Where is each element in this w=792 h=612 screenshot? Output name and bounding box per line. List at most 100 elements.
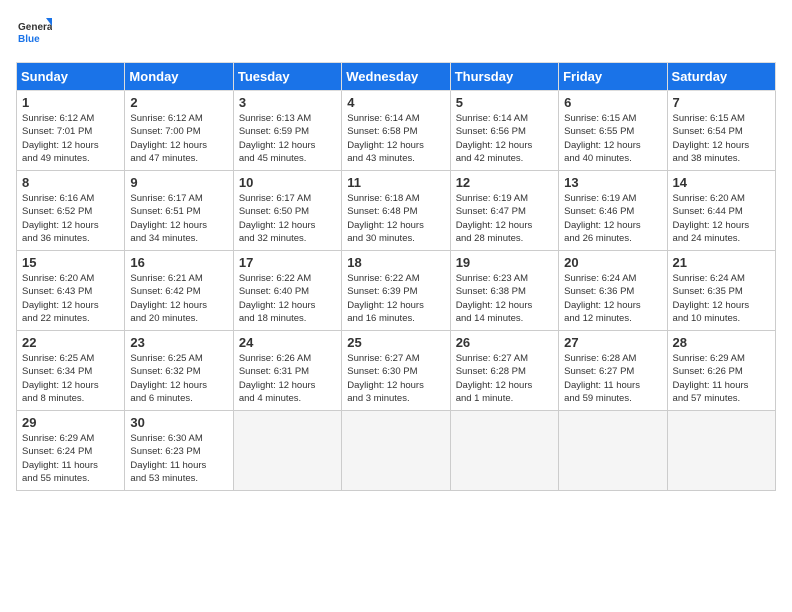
- calendar-day-3: 3 Sunrise: 6:13 AM Sunset: 6:59 PM Dayli…: [233, 91, 341, 171]
- calendar-table: SundayMondayTuesdayWednesdayThursdayFrid…: [16, 62, 776, 491]
- empty-cell: [667, 411, 775, 491]
- calendar-day-20: 20 Sunrise: 6:24 AM Sunset: 6:36 PM Dayl…: [559, 251, 667, 331]
- day-number: 9: [130, 175, 227, 190]
- weekday-header-thursday: Thursday: [450, 63, 558, 91]
- day-detail: Sunrise: 6:14 AM Sunset: 6:56 PM Dayligh…: [456, 112, 553, 165]
- day-detail: Sunrise: 6:12 AM Sunset: 7:00 PM Dayligh…: [130, 112, 227, 165]
- calendar-day-22: 22 Sunrise: 6:25 AM Sunset: 6:34 PM Dayl…: [17, 331, 125, 411]
- day-detail: Sunrise: 6:19 AM Sunset: 6:47 PM Dayligh…: [456, 192, 553, 245]
- day-number: 1: [22, 95, 119, 110]
- weekday-header-monday: Monday: [125, 63, 233, 91]
- day-detail: Sunrise: 6:14 AM Sunset: 6:58 PM Dayligh…: [347, 112, 444, 165]
- day-number: 21: [673, 255, 770, 270]
- calendar-day-15: 15 Sunrise: 6:20 AM Sunset: 6:43 PM Dayl…: [17, 251, 125, 331]
- logo: General Blue: [16, 16, 52, 52]
- day-detail: Sunrise: 6:20 AM Sunset: 6:44 PM Dayligh…: [673, 192, 770, 245]
- calendar-day-9: 9 Sunrise: 6:17 AM Sunset: 6:51 PM Dayli…: [125, 171, 233, 251]
- day-number: 23: [130, 335, 227, 350]
- logo-svg: General Blue: [16, 16, 52, 52]
- day-number: 14: [673, 175, 770, 190]
- calendar-day-23: 23 Sunrise: 6:25 AM Sunset: 6:32 PM Dayl…: [125, 331, 233, 411]
- calendar-week-1: 1 Sunrise: 6:12 AM Sunset: 7:01 PM Dayli…: [17, 91, 776, 171]
- day-detail: Sunrise: 6:23 AM Sunset: 6:38 PM Dayligh…: [456, 272, 553, 325]
- calendar-day-14: 14 Sunrise: 6:20 AM Sunset: 6:44 PM Dayl…: [667, 171, 775, 251]
- calendar-day-27: 27 Sunrise: 6:28 AM Sunset: 6:27 PM Dayl…: [559, 331, 667, 411]
- calendar-day-29: 29 Sunrise: 6:29 AM Sunset: 6:24 PM Dayl…: [17, 411, 125, 491]
- day-number: 8: [22, 175, 119, 190]
- day-detail: Sunrise: 6:26 AM Sunset: 6:31 PM Dayligh…: [239, 352, 336, 405]
- calendar-day-2: 2 Sunrise: 6:12 AM Sunset: 7:00 PM Dayli…: [125, 91, 233, 171]
- day-detail: Sunrise: 6:17 AM Sunset: 6:51 PM Dayligh…: [130, 192, 227, 245]
- calendar-week-2: 8 Sunrise: 6:16 AM Sunset: 6:52 PM Dayli…: [17, 171, 776, 251]
- calendar-day-30: 30 Sunrise: 6:30 AM Sunset: 6:23 PM Dayl…: [125, 411, 233, 491]
- day-number: 17: [239, 255, 336, 270]
- day-detail: Sunrise: 6:25 AM Sunset: 6:32 PM Dayligh…: [130, 352, 227, 405]
- day-detail: Sunrise: 6:24 AM Sunset: 6:36 PM Dayligh…: [564, 272, 661, 325]
- day-detail: Sunrise: 6:12 AM Sunset: 7:01 PM Dayligh…: [22, 112, 119, 165]
- day-number: 29: [22, 415, 119, 430]
- calendar-day-5: 5 Sunrise: 6:14 AM Sunset: 6:56 PM Dayli…: [450, 91, 558, 171]
- day-number: 15: [22, 255, 119, 270]
- day-detail: Sunrise: 6:20 AM Sunset: 6:43 PM Dayligh…: [22, 272, 119, 325]
- calendar-day-8: 8 Sunrise: 6:16 AM Sunset: 6:52 PM Dayli…: [17, 171, 125, 251]
- calendar-day-21: 21 Sunrise: 6:24 AM Sunset: 6:35 PM Dayl…: [667, 251, 775, 331]
- calendar-week-3: 15 Sunrise: 6:20 AM Sunset: 6:43 PM Dayl…: [17, 251, 776, 331]
- calendar-day-12: 12 Sunrise: 6:19 AM Sunset: 6:47 PM Dayl…: [450, 171, 558, 251]
- day-detail: Sunrise: 6:22 AM Sunset: 6:39 PM Dayligh…: [347, 272, 444, 325]
- day-detail: Sunrise: 6:13 AM Sunset: 6:59 PM Dayligh…: [239, 112, 336, 165]
- svg-text:General: General: [18, 22, 52, 33]
- day-number: 24: [239, 335, 336, 350]
- empty-cell: [342, 411, 450, 491]
- calendar-week-4: 22 Sunrise: 6:25 AM Sunset: 6:34 PM Dayl…: [17, 331, 776, 411]
- calendar-day-26: 26 Sunrise: 6:27 AM Sunset: 6:28 PM Dayl…: [450, 331, 558, 411]
- day-detail: Sunrise: 6:27 AM Sunset: 6:30 PM Dayligh…: [347, 352, 444, 405]
- day-number: 19: [456, 255, 553, 270]
- day-number: 3: [239, 95, 336, 110]
- day-detail: Sunrise: 6:25 AM Sunset: 6:34 PM Dayligh…: [22, 352, 119, 405]
- svg-text:Blue: Blue: [18, 34, 40, 45]
- day-detail: Sunrise: 6:27 AM Sunset: 6:28 PM Dayligh…: [456, 352, 553, 405]
- weekday-header-saturday: Saturday: [667, 63, 775, 91]
- calendar-day-7: 7 Sunrise: 6:15 AM Sunset: 6:54 PM Dayli…: [667, 91, 775, 171]
- calendar-day-17: 17 Sunrise: 6:22 AM Sunset: 6:40 PM Dayl…: [233, 251, 341, 331]
- day-number: 4: [347, 95, 444, 110]
- calendar-day-10: 10 Sunrise: 6:17 AM Sunset: 6:50 PM Dayl…: [233, 171, 341, 251]
- day-detail: Sunrise: 6:19 AM Sunset: 6:46 PM Dayligh…: [564, 192, 661, 245]
- calendar-day-6: 6 Sunrise: 6:15 AM Sunset: 6:55 PM Dayli…: [559, 91, 667, 171]
- day-number: 26: [456, 335, 553, 350]
- day-number: 10: [239, 175, 336, 190]
- calendar-day-13: 13 Sunrise: 6:19 AM Sunset: 6:46 PM Dayl…: [559, 171, 667, 251]
- calendar-day-28: 28 Sunrise: 6:29 AM Sunset: 6:26 PM Dayl…: [667, 331, 775, 411]
- day-number: 20: [564, 255, 661, 270]
- calendar-day-24: 24 Sunrise: 6:26 AM Sunset: 6:31 PM Dayl…: [233, 331, 341, 411]
- day-number: 27: [564, 335, 661, 350]
- calendar-day-4: 4 Sunrise: 6:14 AM Sunset: 6:58 PM Dayli…: [342, 91, 450, 171]
- day-number: 2: [130, 95, 227, 110]
- page-header: General Blue: [16, 16, 776, 52]
- day-number: 12: [456, 175, 553, 190]
- day-number: 5: [456, 95, 553, 110]
- empty-cell: [450, 411, 558, 491]
- day-detail: Sunrise: 6:17 AM Sunset: 6:50 PM Dayligh…: [239, 192, 336, 245]
- day-number: 6: [564, 95, 661, 110]
- weekday-header-friday: Friday: [559, 63, 667, 91]
- calendar-week-5: 29 Sunrise: 6:29 AM Sunset: 6:24 PM Dayl…: [17, 411, 776, 491]
- day-detail: Sunrise: 6:29 AM Sunset: 6:26 PM Dayligh…: [673, 352, 770, 405]
- weekday-header-tuesday: Tuesday: [233, 63, 341, 91]
- calendar-day-25: 25 Sunrise: 6:27 AM Sunset: 6:30 PM Dayl…: [342, 331, 450, 411]
- day-detail: Sunrise: 6:15 AM Sunset: 6:54 PM Dayligh…: [673, 112, 770, 165]
- day-number: 16: [130, 255, 227, 270]
- weekday-header-sunday: Sunday: [17, 63, 125, 91]
- calendar-day-19: 19 Sunrise: 6:23 AM Sunset: 6:38 PM Dayl…: [450, 251, 558, 331]
- day-detail: Sunrise: 6:18 AM Sunset: 6:48 PM Dayligh…: [347, 192, 444, 245]
- day-detail: Sunrise: 6:28 AM Sunset: 6:27 PM Dayligh…: [564, 352, 661, 405]
- calendar-day-18: 18 Sunrise: 6:22 AM Sunset: 6:39 PM Dayl…: [342, 251, 450, 331]
- day-detail: Sunrise: 6:30 AM Sunset: 6:23 PM Dayligh…: [130, 432, 227, 485]
- day-detail: Sunrise: 6:29 AM Sunset: 6:24 PM Dayligh…: [22, 432, 119, 485]
- day-detail: Sunrise: 6:15 AM Sunset: 6:55 PM Dayligh…: [564, 112, 661, 165]
- day-detail: Sunrise: 6:22 AM Sunset: 6:40 PM Dayligh…: [239, 272, 336, 325]
- empty-cell: [559, 411, 667, 491]
- day-detail: Sunrise: 6:21 AM Sunset: 6:42 PM Dayligh…: [130, 272, 227, 325]
- day-number: 25: [347, 335, 444, 350]
- day-number: 22: [22, 335, 119, 350]
